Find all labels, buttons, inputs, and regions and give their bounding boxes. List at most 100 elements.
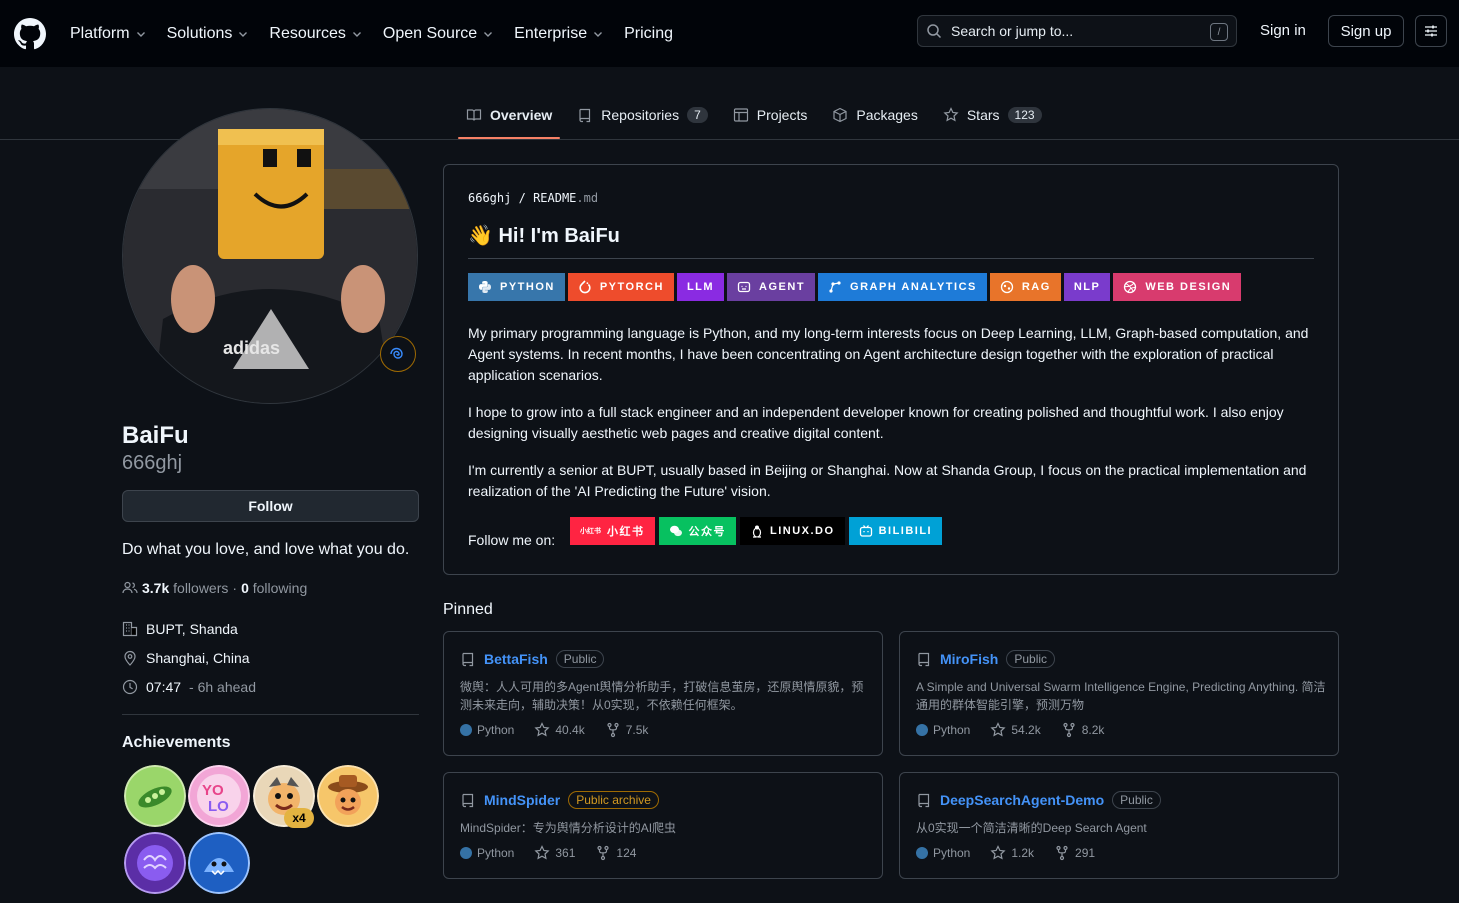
agent-badge[interactable]: AGENT <box>727 273 816 301</box>
sign-in-link[interactable]: Sign in <box>1260 22 1306 39</box>
pinned-repo-card: BettaFish Public 微舆：人人可用的多Agent舆情分析助手，打破… <box>443 631 883 756</box>
chevron-down-icon <box>484 31 493 37</box>
readme-file-link[interactable]: README.md <box>533 191 598 205</box>
tab-overview[interactable]: Overview <box>458 92 561 139</box>
global-header: Platform Solutions Resources Open Source… <box>0 0 1459 67</box>
fork-icon <box>607 722 619 738</box>
nav-enterprise[interactable]: Enterprise <box>514 25 604 43</box>
python-language-dot <box>460 724 472 736</box>
achievement-galaxy-brain[interactable] <box>124 832 186 894</box>
repositories-count: 7 <box>687 107 708 123</box>
nav-pricing[interactable]: Pricing <box>624 25 673 43</box>
svg-text:adidas: adidas <box>223 338 280 358</box>
repo-icon <box>462 652 474 667</box>
repo-language: Python <box>916 846 970 860</box>
achievement-pair-extraordinaire[interactable] <box>124 765 186 827</box>
repo-forks-link[interactable]: 291 <box>1054 845 1095 861</box>
profile-org: BUPT, Shanda <box>122 621 238 637</box>
readme-owner-link[interactable]: 666ghj <box>468 191 511 205</box>
repo-icon <box>918 652 930 667</box>
repo-name-link[interactable]: DeepSearchAgent-Demo <box>940 792 1104 808</box>
avatar[interactable]: adidas <box>122 108 418 404</box>
nav-open-source[interactable]: Open Source <box>383 25 494 43</box>
sign-up-button[interactable]: Sign up <box>1328 15 1404 47</box>
book-icon <box>466 109 482 121</box>
repo-forks-link[interactable]: 124 <box>595 845 636 861</box>
nav-solutions[interactable]: Solutions <box>167 25 250 43</box>
package-icon <box>833 107 847 123</box>
pinned-title: Pinned <box>443 601 493 618</box>
readme-paragraph-2: I hope to grow into a full stack enginee… <box>468 404 1284 441</box>
repo-stars-link[interactable]: 1.2k <box>990 845 1034 861</box>
fork-icon <box>1063 722 1075 738</box>
tab-repositories[interactable]: Repositories 7 <box>569 92 716 138</box>
tab-stars[interactable]: Stars 123 <box>935 92 1050 138</box>
nav-platform[interactable]: Platform <box>70 25 147 43</box>
repo-language: Python <box>916 723 970 737</box>
svg-text:LO: LO <box>208 798 229 815</box>
profile-readme: 666ghj / README.md 👋 Hi! I'm BaiFu PYTHO… <box>443 164 1339 575</box>
wechat-icon <box>669 525 682 537</box>
followers-summary: 3.7k followers · 0 following <box>122 580 307 596</box>
python-badge[interactable]: PYTHON <box>468 273 565 301</box>
repo-name-link[interactable]: MindSpider <box>484 792 560 808</box>
github-logo-icon[interactable] <box>14 17 46 50</box>
rag-badge[interactable]: RAG <box>989 273 1061 301</box>
nodes-icon <box>1000 280 1014 294</box>
repo-stars-link[interactable]: 54.2k <box>990 722 1041 738</box>
repo-name-link[interactable]: BettaFish <box>484 651 548 667</box>
repo-name-link[interactable]: MiroFish <box>940 651 998 667</box>
linuxdo-badge[interactable]: LINUX.DO <box>740 517 845 545</box>
star-icon <box>990 722 1006 737</box>
achievement-shark[interactable] <box>188 832 250 894</box>
repo-description: MindSpider：专为舆情分析设计的AI爬虫 <box>460 821 677 835</box>
repo-language: Python <box>460 846 514 860</box>
pinned-repo-card: DeepSearchAgent-Demo Public 从0实现一个简洁清晰的D… <box>899 772 1339 879</box>
people-icon <box>122 581 138 594</box>
readme-path: 666ghj / README.md <box>468 191 599 205</box>
organization-icon <box>122 621 138 637</box>
table-icon <box>733 108 748 122</box>
settings-menu-button[interactable] <box>1415 15 1447 47</box>
search-input[interactable]: Search or jump to... / <box>917 15 1237 47</box>
repo-icon <box>918 793 930 808</box>
chevron-down-icon <box>594 31 603 37</box>
wechat-badge[interactable]: 公众号 <box>658 517 736 545</box>
web-design-badge[interactable]: WEB DESIGN <box>1113 273 1242 301</box>
visibility-badge: Public archive <box>568 791 659 809</box>
bilibili-badge[interactable]: BILIBILI <box>848 517 943 545</box>
search-icon <box>927 24 942 39</box>
follow-button[interactable]: Follow <box>122 490 419 522</box>
achievement-starstruck[interactable] <box>317 765 379 827</box>
achievement-yolo[interactable]: YO LO <box>188 765 250 827</box>
status-emoji-button[interactable] <box>380 336 416 372</box>
repo-forks-link[interactable]: 7.5k <box>605 722 648 738</box>
wave-emoji: 👋 <box>468 225 493 247</box>
following-link[interactable]: 0 following <box>241 580 307 596</box>
search-shortcut-key: / <box>1210 23 1228 41</box>
tab-packages[interactable]: Packages <box>824 92 925 138</box>
repo-stars-link[interactable]: 40.4k <box>534 722 585 738</box>
readme-heading: 👋 Hi! I'm BaiFu <box>468 223 1314 259</box>
llm-badge[interactable]: LLM <box>676 273 725 301</box>
nlp-badge[interactable]: NLP <box>1063 273 1111 301</box>
nav-resources[interactable]: Resources <box>269 25 362 43</box>
bilibili-icon <box>859 525 872 537</box>
graph-analytics-badge[interactable]: GRAPH ANALYTICS <box>818 273 987 301</box>
repo-stars-link[interactable]: 361 <box>534 845 575 861</box>
achievement-multiplier-badge: x4 <box>284 808 314 828</box>
followers-link[interactable]: 3.7k followers <box>142 580 228 596</box>
stars-count: 123 <box>1007 107 1042 123</box>
chevron-down-icon <box>136 31 145 37</box>
xiaohongshu-badge[interactable]: 小红书 小红书 <box>570 517 655 545</box>
profile-local-time: 07:47 - 6h ahead <box>122 679 256 695</box>
sliders-icon <box>1425 25 1437 37</box>
repo-forks-link[interactable]: 8.2k <box>1061 722 1104 738</box>
python-language-dot <box>460 847 472 859</box>
tab-projects[interactable]: Projects <box>725 92 816 138</box>
visibility-badge: Public <box>1006 650 1056 668</box>
pytorch-badge[interactable]: PYTORCH <box>567 273 674 301</box>
star-icon <box>534 845 550 860</box>
achievements-title: Achievements <box>122 734 231 751</box>
profile-login: 666ghj <box>122 452 183 474</box>
